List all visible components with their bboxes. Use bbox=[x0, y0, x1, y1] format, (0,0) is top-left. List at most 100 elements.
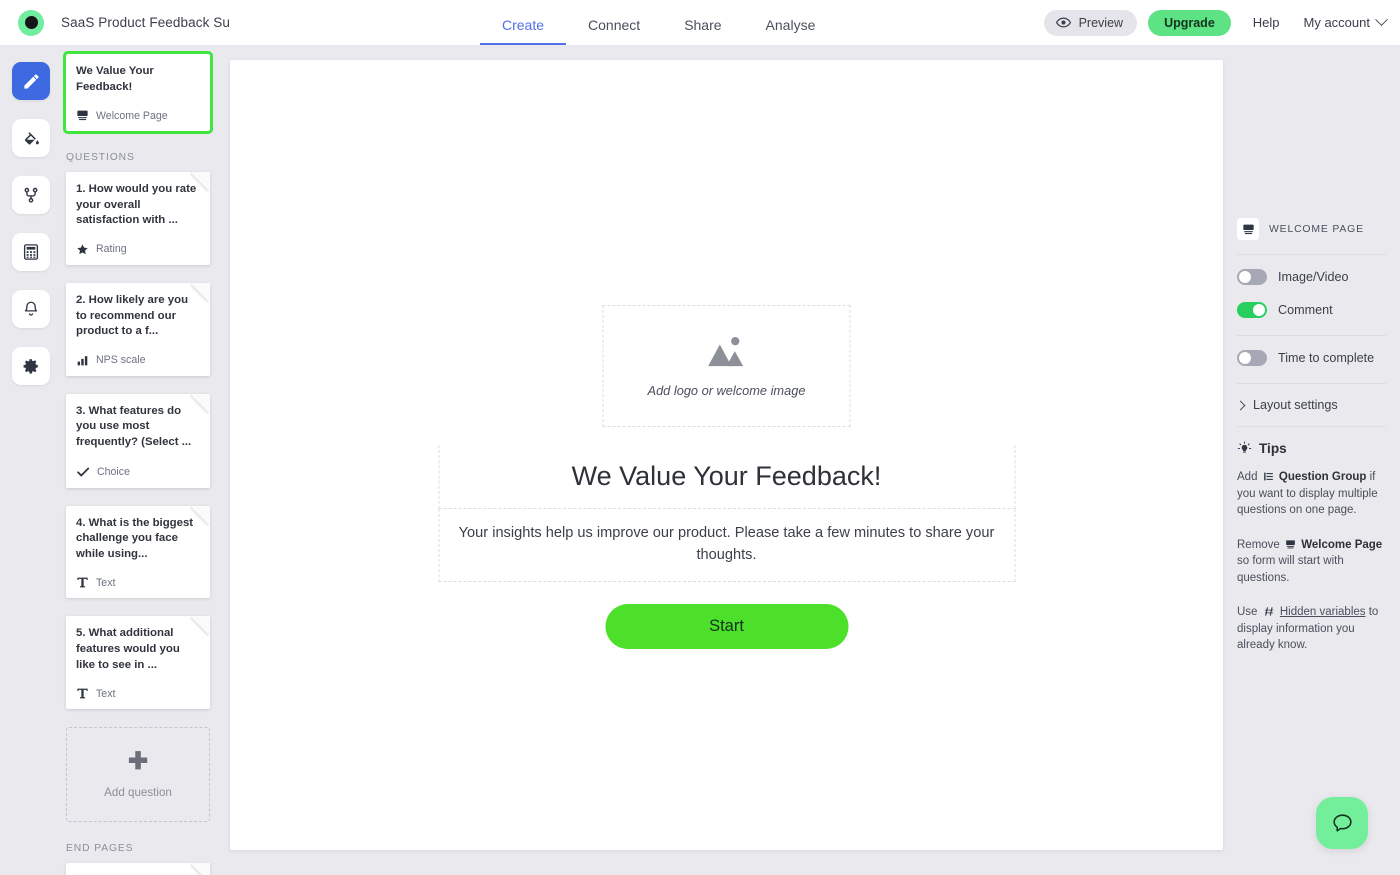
tip-welcome-page: Remove Welcome Page so form will start w… bbox=[1237, 537, 1386, 587]
pencil-icon bbox=[23, 73, 39, 89]
chevron-down-icon bbox=[1375, 13, 1388, 27]
question-card[interactable]: 4. What is the biggest challenge you fac… bbox=[66, 505, 210, 599]
layout-settings-label: Layout settings bbox=[1253, 398, 1338, 412]
brand: SaaS Product Feedback Surve bbox=[0, 9, 229, 36]
card-fold-icon bbox=[190, 505, 210, 526]
question-card-title: 5. What additional features would you li… bbox=[76, 627, 180, 671]
my-account-menu[interactable]: My account bbox=[1304, 13, 1388, 30]
tab-connect[interactable]: Connect bbox=[566, 18, 662, 45]
question-card-title: 4. What is the biggest challenge you fac… bbox=[76, 516, 194, 560]
question-card-footer: Text bbox=[76, 687, 199, 700]
tab-share[interactable]: Share bbox=[662, 18, 743, 45]
add-question-label: Add question bbox=[104, 786, 172, 800]
toggle-time-to-complete[interactable]: Time to complete bbox=[1237, 350, 1386, 366]
tip-prefix: Use bbox=[1237, 606, 1261, 618]
panel-header-label: WELCOME PAGE bbox=[1269, 223, 1364, 235]
question-card-footer: Choice bbox=[76, 465, 199, 479]
image-placeholder-icon bbox=[708, 337, 744, 367]
star-icon bbox=[77, 244, 88, 255]
question-card[interactable]: 3. What features do you use most frequen… bbox=[66, 393, 210, 488]
form-description-field[interactable]: Your insights help us improve our produc… bbox=[438, 509, 1015, 583]
question-card-type: Choice bbox=[97, 465, 130, 478]
rail-item-logic[interactable] bbox=[12, 176, 50, 214]
question-card-type: Rating bbox=[96, 243, 127, 256]
welcome-page-icon bbox=[1286, 539, 1295, 548]
left-icon-rail bbox=[0, 45, 62, 875]
question-card[interactable]: 1. How would you rate your overall satis… bbox=[66, 172, 210, 265]
tip-suffix: so form will start with questions. bbox=[1237, 555, 1344, 584]
toggle-comment[interactable]: Comment bbox=[1237, 302, 1386, 318]
welcome-page-icon bbox=[1242, 224, 1254, 234]
question-card-title: 3. What features do you use most frequen… bbox=[76, 404, 192, 448]
divider bbox=[1237, 254, 1386, 255]
text-t-icon bbox=[77, 688, 88, 699]
question-card-type: NPS scale bbox=[96, 354, 146, 367]
tip-prefix: Add bbox=[1237, 471, 1261, 483]
question-card-title: 1. How would you rate your overall satis… bbox=[76, 183, 197, 227]
start-button-wrap: Start bbox=[438, 604, 1015, 650]
question-group-icon bbox=[1263, 472, 1273, 481]
card-fold-icon bbox=[190, 282, 210, 303]
start-button[interactable]: Start bbox=[605, 604, 848, 650]
right-settings-panel: WELCOME PAGE Image/Video Comment Time to… bbox=[1223, 45, 1400, 875]
upgrade-button[interactable]: Upgrade bbox=[1148, 9, 1231, 36]
tab-create[interactable]: Create bbox=[480, 18, 567, 45]
help-chat-button[interactable] bbox=[1316, 797, 1368, 849]
welcome-page-preview: Add logo or welcome image We Value Your … bbox=[438, 305, 1015, 650]
form-canvas: Add logo or welcome image We Value Your … bbox=[230, 60, 1223, 850]
tip-prefix: Remove bbox=[1237, 538, 1284, 551]
questions-section-label: QUESTIONS bbox=[66, 152, 135, 164]
toggle-label: Image/Video bbox=[1278, 270, 1349, 284]
page-list: We Value Your Feedback! Welcome Page QUE… bbox=[62, 45, 222, 875]
card-fold-icon bbox=[190, 172, 210, 193]
preview-button[interactable]: Preview bbox=[1043, 9, 1138, 36]
gear-icon bbox=[23, 359, 38, 374]
toggle-switch[interactable] bbox=[1237, 269, 1267, 285]
toggle-label: Time to complete bbox=[1278, 351, 1375, 365]
toggle-switch[interactable] bbox=[1237, 350, 1267, 366]
form-title-text: We Value Your Feedback! bbox=[571, 461, 882, 491]
circle-logo-icon bbox=[18, 9, 44, 36]
toggle-image-video[interactable]: Image/Video bbox=[1237, 269, 1386, 285]
check-icon bbox=[77, 467, 90, 476]
divider bbox=[1237, 383, 1386, 384]
question-card-footer: Rating bbox=[76, 243, 199, 256]
hidden-variables-link[interactable]: Hidden variables bbox=[1280, 606, 1366, 618]
layout-settings-row[interactable]: Layout settings bbox=[1235, 398, 1386, 412]
welcome-page-card-type: Welcome Page bbox=[96, 109, 168, 122]
card-fold-icon bbox=[190, 393, 210, 414]
rail-item-notifications[interactable] bbox=[12, 290, 50, 328]
rail-item-calculator[interactable] bbox=[12, 233, 50, 271]
divider bbox=[1237, 335, 1386, 336]
hidden-variable-icon bbox=[1264, 607, 1273, 616]
question-card-footer: Text bbox=[76, 576, 199, 589]
rail-item-settings[interactable] bbox=[12, 347, 50, 385]
welcome-page-card[interactable]: We Value Your Feedback! Welcome Page bbox=[63, 50, 213, 135]
question-card[interactable]: 2. How likely are you to recommend our p… bbox=[66, 282, 210, 376]
end-pages-section-label: END PAGES bbox=[66, 843, 134, 855]
question-card[interactable]: 5. What additional features would you li… bbox=[66, 616, 210, 710]
text-t-icon bbox=[77, 577, 88, 588]
page-title[interactable]: SaaS Product Feedback Surve bbox=[61, 15, 229, 30]
form-description-text: Your insights help us improve our produc… bbox=[458, 525, 995, 564]
rail-item-design[interactable] bbox=[12, 119, 50, 157]
panel-header-icon-box bbox=[1237, 218, 1259, 240]
tip-bold: Welcome Page bbox=[1301, 538, 1383, 551]
eye-icon bbox=[1055, 17, 1071, 28]
tab-analyse[interactable]: Analyse bbox=[744, 18, 838, 45]
top-right-actions: Preview Upgrade Help My account bbox=[1043, 0, 1388, 45]
tips-header: Tips bbox=[1237, 441, 1386, 456]
main-tabs: Create Connect Share Analyse bbox=[480, 0, 837, 45]
rail-item-edit[interactable] bbox=[12, 62, 50, 100]
app-root: SaaS Product Feedback Surve Create Conne… bbox=[0, 0, 1400, 875]
form-title-field[interactable]: We Value Your Feedback! bbox=[438, 445, 1015, 510]
help-link[interactable]: Help bbox=[1253, 15, 1280, 30]
welcome-page-card-footer: Welcome Page bbox=[76, 109, 199, 122]
panel-header: WELCOME PAGE bbox=[1237, 218, 1386, 240]
end-page-card[interactable]: Thank you! End Page bbox=[66, 863, 210, 875]
logo-image-dropzone[interactable]: Add logo or welcome image bbox=[602, 305, 851, 427]
question-card-footer: NPS scale bbox=[76, 354, 199, 367]
toggle-switch[interactable] bbox=[1237, 302, 1267, 318]
add-question-button[interactable]: ✚ Add question bbox=[66, 727, 210, 823]
paint-bucket-icon bbox=[24, 132, 39, 145]
